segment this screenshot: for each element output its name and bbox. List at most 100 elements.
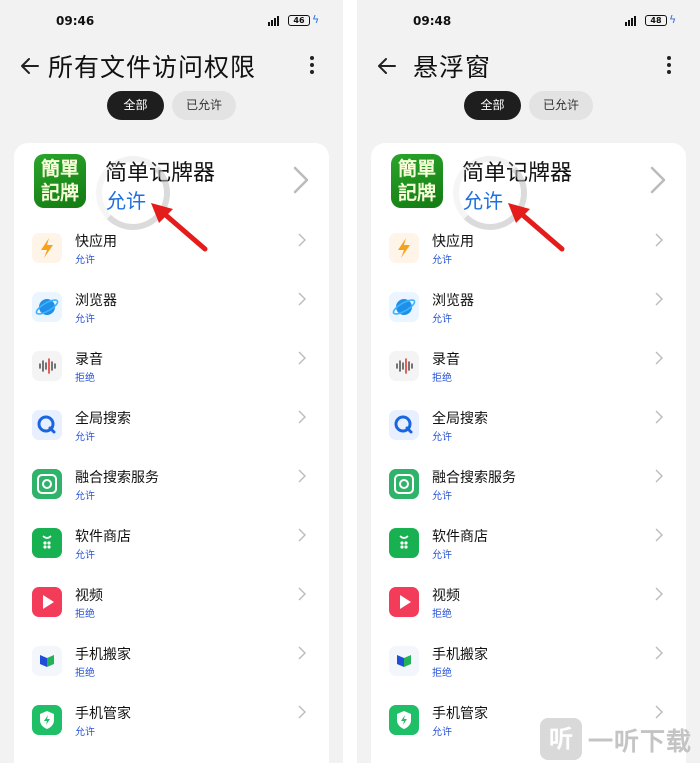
list-item[interactable]: 录音 拒绝 [371,339,686,398]
list-item[interactable]: 融合搜索服务 允许 [371,457,686,516]
chevron-right-icon [293,166,309,194]
app-status: 拒绝 [432,373,452,384]
chevron-right-icon [298,351,306,365]
chevron-right-icon [298,705,306,719]
app-status: 拒绝 [432,609,452,620]
chevron-right-icon [655,469,663,483]
app-status: 允许 [75,314,95,325]
list-item[interactable]: 浏览器 允许 [14,280,329,339]
app-name: 软件商店 [432,529,488,545]
tab-all[interactable]: 全部 [464,91,521,120]
chevron-right-icon [655,646,663,660]
app-name: 快应用 [75,234,117,250]
chevron-right-icon [655,528,663,542]
status-time: 09:48 [413,14,452,28]
list-item-featured[interactable]: 簡單 記牌 简单记牌器 允许 [371,143,686,252]
charging-icon: ϟ [669,13,677,26]
quick-app-icon [389,233,419,263]
list-item[interactable]: 快应用 允许 [371,221,686,280]
list-item[interactable]: 录音 拒绝 [14,339,329,398]
app-status: 允许 [432,255,452,266]
back-arrow-icon[interactable] [375,54,399,78]
chevron-right-icon [298,587,306,601]
screen-floating-window: 09:48 48 ϟ 悬浮窗 全部 已允许 簡單 記牌 简单记牌器 允许 快应用 … [357,0,700,763]
status-bar: 09:48 48 ϟ [357,13,700,30]
list-item-featured[interactable]: 簡單 記牌 简单记牌器 允许 [14,143,329,252]
global-search-icon [32,410,62,440]
app-status: 拒绝 [75,373,95,384]
tab-all[interactable]: 全部 [107,91,164,120]
recorder-icon [389,351,419,381]
app-name: 录音 [432,352,460,368]
list-item[interactable]: 视频 拒绝 [14,575,329,634]
watermark-logo: 听 [540,718,582,760]
app-status: 允许 [75,491,95,502]
app-name: 录音 [75,352,103,368]
fusion-search-icon [32,469,62,499]
more-options-icon[interactable] [309,56,315,76]
app-list: 簡單 記牌 简单记牌器 允许 快应用 允许 浏览器 允许 录音 拒绝 全局搜索 … [371,143,686,763]
app-status: 拒绝 [75,609,95,620]
app-status: 允许 [75,727,95,738]
tab-allowed[interactable]: 已允许 [529,91,593,120]
chevron-right-icon [298,233,306,247]
app-name: 软件商店 [75,529,131,545]
header: 悬浮窗 [357,48,700,88]
app-status: 允许 [432,550,452,561]
battery-icon: 46 [288,15,310,26]
screen-all-files-access: 09:46 46 ϟ 所有文件访问权限 全部 已允许 簡單 記牌 简单记牌器 允许… [0,0,343,763]
chevron-right-icon [655,292,663,306]
global-search-icon [389,410,419,440]
header: 所有文件访问权限 [0,48,343,88]
tab-allowed[interactable]: 已允许 [172,91,236,120]
status-time: 09:46 [56,14,95,28]
list-item[interactable]: 手机搬家 拒绝 [14,634,329,693]
featured-app-status: 允许 [463,189,503,213]
battery-icon: 48 [645,15,667,26]
app-name: 全局搜索 [432,411,488,427]
watermark: 听 一听下载 [540,716,700,763]
video-icon [32,587,62,617]
app-status: 允许 [432,432,452,443]
list-item[interactable]: 全局搜索 允许 [371,398,686,457]
list-item[interactable]: 融合搜索服务 允许 [14,457,329,516]
phone-manager-icon [389,705,419,735]
card-counter-app-icon: 簡單 記牌 [391,154,443,208]
app-name: 浏览器 [432,293,474,309]
app-status: 允许 [432,727,452,738]
app-name: 手机管家 [432,706,488,722]
list-item[interactable]: 手机管家 允许 [14,693,329,752]
list-item[interactable]: 手机搬家 拒绝 [371,634,686,693]
app-list: 簡單 記牌 简单记牌器 允许 快应用 允许 浏览器 允许 录音 拒绝 全局搜索 … [14,143,329,763]
app-status: 允许 [432,491,452,502]
app-name: 快应用 [432,234,474,250]
status-bar: 09:46 46 ϟ [0,13,343,30]
list-item[interactable]: 浏览器 允许 [371,280,686,339]
page-title: 所有文件访问权限 [48,53,257,82]
back-arrow-icon[interactable] [18,54,42,78]
app-name: 浏览器 [75,293,117,309]
chevron-right-icon [655,233,663,247]
app-name: 手机搬家 [432,647,488,663]
recorder-icon [32,351,62,381]
chevron-right-icon [655,351,663,365]
page-title: 悬浮窗 [413,53,492,82]
signal-icon [625,16,636,26]
list-item[interactable]: 快应用 允许 [14,221,329,280]
app-name: 视频 [432,588,460,604]
browser-icon [32,292,62,322]
more-options-icon[interactable] [666,56,672,76]
chevron-right-icon [655,587,663,601]
app-name: 手机管家 [75,706,131,722]
app-status: 允许 [75,550,95,561]
chevron-right-icon [298,292,306,306]
app-store-icon [389,528,419,558]
app-name: 融合搜索服务 [75,470,159,486]
app-name: 手机搬家 [75,647,131,663]
list-item[interactable]: 软件商店 允许 [371,516,686,575]
list-item[interactable]: 全局搜索 允许 [14,398,329,457]
list-item[interactable]: 软件商店 允许 [14,516,329,575]
list-item[interactable]: 视频 拒绝 [371,575,686,634]
chevron-right-icon [298,410,306,424]
phone-manager-icon [32,705,62,735]
